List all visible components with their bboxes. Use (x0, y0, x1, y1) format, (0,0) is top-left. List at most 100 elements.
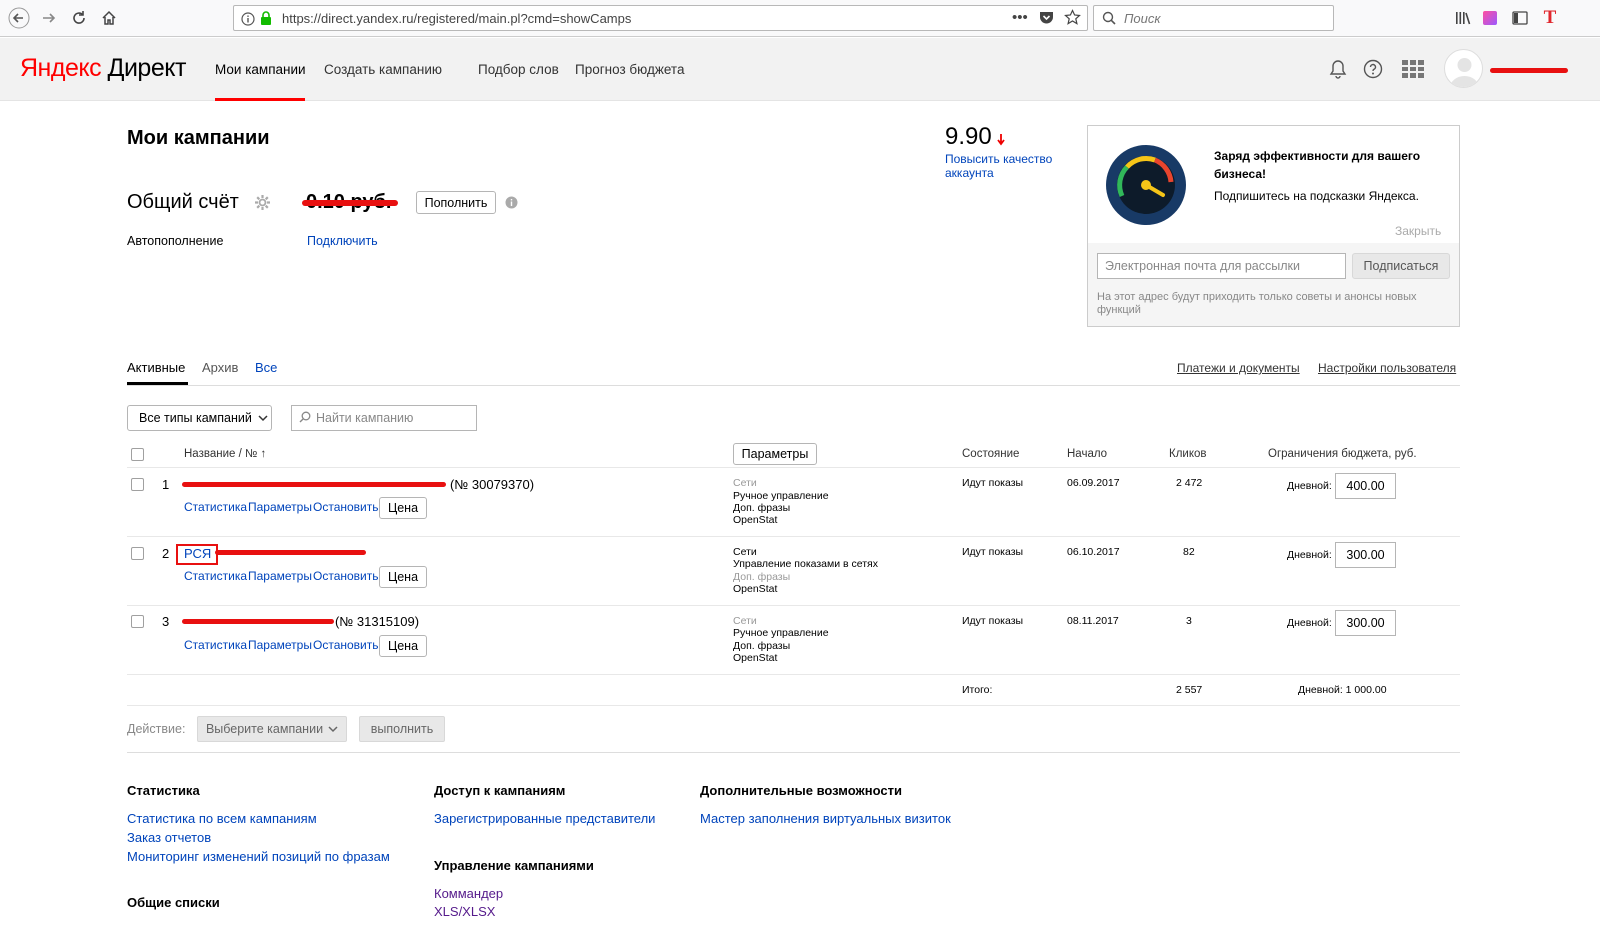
row-clicks: 2 472 (1176, 477, 1203, 489)
address-bar[interactable]: https://direct.yandex.ru/registered/main… (233, 5, 1088, 31)
page-title: Мои кампании (127, 127, 270, 149)
footer-link-commander[interactable]: Коммандер (434, 886, 503, 901)
promo-close-link[interactable]: Закрыть (1395, 224, 1441, 238)
row-daily-label: Дневной: (1287, 480, 1332, 492)
row-stop-link[interactable]: Остановить (313, 638, 379, 652)
subscribe-button[interactable]: Подписаться (1352, 253, 1450, 279)
footer-link-reports[interactable]: Заказ отчетов (127, 830, 211, 845)
improve-quality-link[interactable]: Повысить качество аккаунта (945, 152, 1052, 180)
autorefill-connect-link[interactable]: Подключить (307, 234, 378, 248)
user-settings-link[interactable]: Настройки пользователя (1318, 361, 1456, 375)
redacted-campaign-name (182, 482, 446, 487)
sort-by-name-header[interactable]: Название / № ↑ (184, 448, 266, 460)
row-checkbox[interactable] (131, 615, 144, 628)
row-clicks: 82 (1183, 546, 1195, 558)
bookmark-star-icon[interactable] (1064, 9, 1081, 29)
row-price-button[interactable]: Цена (379, 497, 427, 519)
yandex-direct-logo[interactable]: Яндекс Директ (20, 54, 186, 83)
footer-link-vcard-wizard[interactable]: Мастер заполнения виртуальных визиток (700, 811, 951, 826)
actions-divider (127, 752, 1460, 753)
help-icon[interactable] (1363, 59, 1383, 82)
info-icon[interactable] (241, 12, 255, 29)
execute-button[interactable]: выполнить (359, 716, 445, 742)
total-budget: Дневной: 1 000.00 (1298, 684, 1387, 696)
table-params-button[interactable]: Параметры (733, 443, 817, 465)
chevron-down-icon (258, 411, 268, 425)
row-daily-label: Дневной: (1287, 617, 1332, 629)
row-daily-budget-input[interactable]: 300.00 (1335, 542, 1396, 568)
apps-grid-icon[interactable] (1402, 60, 1424, 81)
param-strategy: Ручное управление (733, 490, 829, 502)
sidebar-toggle-icon[interactable] (1510, 8, 1530, 28)
footer-link-all-stats[interactable]: Статистика по всем кампаниям (127, 811, 317, 826)
row-price-button[interactable]: Цена (379, 635, 427, 657)
row-params-link[interactable]: Параметры (248, 569, 312, 583)
down-arrow-icon (997, 134, 1005, 149)
tab-active[interactable]: Активные (127, 360, 185, 375)
browser-search-input[interactable]: Поиск (1093, 5, 1334, 31)
promo-subtitle: Подпишитесь на подсказки Яндекса. (1214, 189, 1419, 203)
row-statistics-link[interactable]: Статистика (184, 569, 247, 583)
footer-link-position-monitoring[interactable]: Мониторинг изменений позиций по фразам (127, 849, 390, 864)
row-stop-link[interactable]: Остановить (313, 569, 379, 583)
row-params-link[interactable]: Параметры (248, 500, 312, 514)
quality-score: 9.90 (945, 123, 992, 150)
row-start-date: 06.09.2017 (1067, 477, 1120, 489)
tabs-divider (127, 385, 1460, 386)
footer-stats-title: Статистика (127, 783, 200, 798)
user-avatar[interactable] (1444, 49, 1483, 88)
param-strategy: Управление показами в сетях (733, 558, 878, 570)
row-state: Идут показы (962, 615, 1024, 627)
row-stop-link[interactable]: Остановить (313, 500, 379, 514)
home-icon[interactable] (98, 7, 120, 29)
redacted-balance (302, 200, 398, 206)
header-state: Состояние (962, 448, 1020, 460)
info-circle-icon[interactable] (505, 196, 518, 212)
back-arrow-icon[interactable] (8, 7, 30, 29)
action-select[interactable]: Выберите кампании (197, 716, 347, 742)
row-daily-budget-input[interactable]: 400.00 (1335, 473, 1396, 499)
param-networks: Сети (733, 477, 757, 489)
extension-gradient-icon[interactable] (1480, 8, 1500, 28)
tab-archive[interactable]: Архив (202, 360, 238, 375)
forward-arrow-icon[interactable] (38, 7, 60, 29)
row-checkbox[interactable] (131, 547, 144, 560)
lock-icon (260, 11, 272, 28)
footer-link-xls[interactable]: XLS/XLSX (434, 904, 495, 919)
gear-icon[interactable] (254, 194, 271, 214)
row-checkbox[interactable] (131, 478, 144, 491)
row-params-link[interactable]: Параметры (248, 638, 312, 652)
browser-toolbar: https://direct.yandex.ru/registered/main… (0, 0, 1600, 37)
autorefill-label: Автопополнение (127, 234, 224, 248)
library-icon[interactable] (1453, 8, 1473, 28)
reload-icon[interactable] (68, 7, 90, 29)
search-placeholder: Поиск (1124, 11, 1161, 26)
row-start-date: 06.10.2017 (1067, 546, 1120, 558)
nav-budget-forecast[interactable]: Прогноз бюджета (575, 62, 684, 77)
row-statistics-link[interactable]: Статистика (184, 638, 247, 652)
footer-link-representatives[interactable]: Зарегистрированные представители (434, 811, 655, 826)
translate-extension-icon[interactable]: T (1540, 7, 1560, 28)
total-label: Итого: (962, 684, 993, 696)
bell-icon[interactable] (1328, 59, 1348, 82)
row-number: 2 (162, 546, 170, 561)
payments-documents-link[interactable]: Платежи и документы (1177, 361, 1300, 375)
promo-box: Заряд эффективности для вашего бизнеса! … (1087, 125, 1460, 327)
select-all-checkbox[interactable] (131, 448, 144, 461)
campaign-search-input[interactable]: Найти кампанию (291, 405, 477, 431)
refill-button[interactable]: Пополнить (416, 191, 496, 214)
more-dots-icon[interactable]: ••• (1012, 9, 1028, 26)
pocket-icon[interactable] (1039, 11, 1054, 28)
row-statistics-link[interactable]: Статистика (184, 500, 247, 514)
nav-create-campaign[interactable]: Создать кампанию (324, 62, 442, 77)
total-clicks: 2 557 (1176, 684, 1203, 696)
nav-my-campaigns[interactable]: Мои кампании (215, 62, 306, 77)
footer-extra-title: Дополнительные возможности (700, 783, 902, 798)
row-daily-budget-input[interactable]: 300.00 (1335, 610, 1396, 636)
nav-word-selection[interactable]: Подбор слов (478, 62, 559, 77)
promo-email-input[interactable]: Электронная почта для рассылки (1097, 253, 1346, 279)
campaign-name-link[interactable]: РСЯ (184, 546, 211, 561)
tab-all[interactable]: Все (255, 360, 277, 375)
row-price-button[interactable]: Цена (379, 566, 427, 588)
campaign-type-select[interactable]: Все типы кампаний (127, 405, 272, 431)
